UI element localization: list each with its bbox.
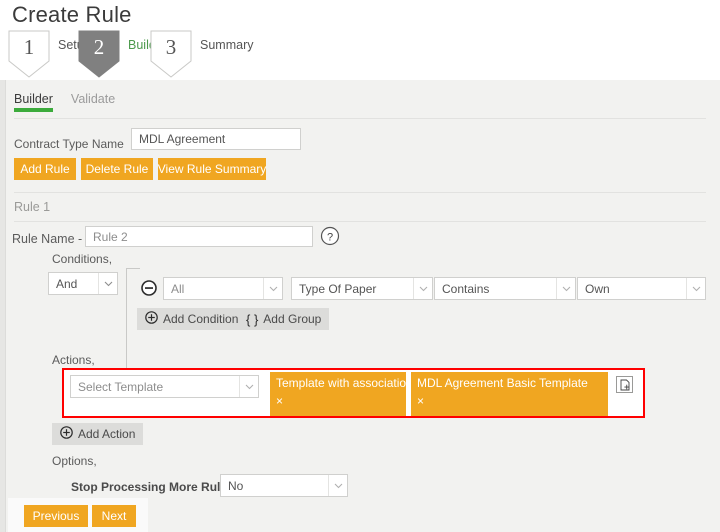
template-tag-1[interactable]: Template with associations × [270,372,406,416]
svg-text:?: ? [327,232,333,244]
add-action-label: Add Action [78,427,135,441]
condition-operator-select[interactable]: Contains [434,277,576,300]
template-tag-2[interactable]: MDL Agreement Basic Template × [411,372,608,416]
next-button[interactable]: Next [92,505,136,527]
add-group-button[interactable]: { } Add Group [238,308,329,330]
wizard-step-2-badge: 2 [78,30,120,78]
delete-rule-button[interactable]: Delete Rule [81,158,153,180]
builder-panel: Builder Validate Contract Type Name MDL … [0,80,720,532]
chevron-down-icon [328,475,347,496]
template-tag-2-label: MDL Agreement Basic Template [417,376,602,391]
view-rule-summary-button[interactable]: View Rule Summary [158,158,266,180]
add-condition-label: Add Condition [163,312,238,326]
page-title: Create Rule [12,2,132,28]
stop-processing-value: No [228,479,328,493]
wizard-step-summary[interactable]: 3 Summary [150,30,253,80]
wizard-step-3-label: Summary [192,30,253,52]
rule-name-input[interactable]: Rule 2 [85,226,313,247]
condition-value-select[interactable]: Own [577,277,706,300]
wizard-step-build[interactable]: 2 Build [78,30,156,80]
tab-builder[interactable]: Builder [14,92,53,112]
stop-processing-select[interactable]: No [220,474,348,497]
conditions-section-label: Conditions, [52,252,112,266]
add-rule-button[interactable]: Add Rule [14,158,76,180]
condition-field-select[interactable]: Type Of Paper [291,277,433,300]
rule-header-divider-bottom [14,221,706,222]
rule-header-divider-top [14,192,706,193]
chevron-down-icon [413,278,432,299]
wizard-step-1-number: 1 [24,30,35,62]
chevron-down-icon [98,273,117,294]
close-icon[interactable]: × [417,395,602,407]
plus-circle-icon [145,311,158,327]
contract-type-name-label: Contract Type Name [14,137,124,151]
add-action-button[interactable]: Add Action [52,423,143,445]
remove-condition-minus-circle-icon[interactable] [141,280,157,296]
condition-value-text: Own [585,282,686,296]
builder-tabs: Builder Validate [14,92,115,112]
question-mark-circle-icon[interactable]: ? [320,226,340,246]
condition-field-value: Type Of Paper [299,282,413,296]
chevron-down-icon [686,278,705,299]
condition-logic-operator-select[interactable]: And [48,272,118,295]
rule-name-label: Rule Name - [12,232,82,246]
close-icon[interactable]: × [276,395,400,407]
chevron-down-icon [263,278,282,299]
select-template-dropdown[interactable]: Select Template [70,375,259,398]
chevron-down-icon [556,278,575,299]
contract-type-name-input[interactable]: MDL Agreement [131,128,301,150]
chevron-down-icon [239,376,258,397]
wizard-step-1-badge: 1 [8,30,50,78]
panel-left-edge [0,80,6,532]
options-section-label: Options, [52,454,97,468]
wizard-step-3-number: 3 [166,30,177,62]
actions-section-label: Actions, [52,353,95,367]
document-add-icon[interactable] [616,376,633,393]
condition-scope-value: All [171,282,263,296]
wizard-step-3-badge: 3 [150,30,192,78]
curly-braces-icon: { } [246,312,258,327]
condition-operator-value: Contains [442,282,556,296]
tab-validate[interactable]: Validate [71,92,115,112]
condition-logic-operator-value: And [56,277,98,291]
stop-processing-label: Stop Processing More Rules [71,480,234,494]
condition-scope-select[interactable]: All [163,277,283,300]
add-group-label: Add Group [263,312,321,326]
select-template-value: Select Template [78,380,239,394]
rule-group-title: Rule 1 [14,200,50,214]
previous-button[interactable]: Previous [24,505,88,527]
tabs-divider [14,118,706,119]
plus-circle-icon [60,426,73,442]
template-tag-1-label: Template with associations [276,376,400,391]
wizard-step-2-number: 2 [94,30,105,62]
step-wizard: 1 Setup 2 Build 3 Summary [0,30,720,80]
add-condition-button[interactable]: Add Condition [137,308,246,330]
